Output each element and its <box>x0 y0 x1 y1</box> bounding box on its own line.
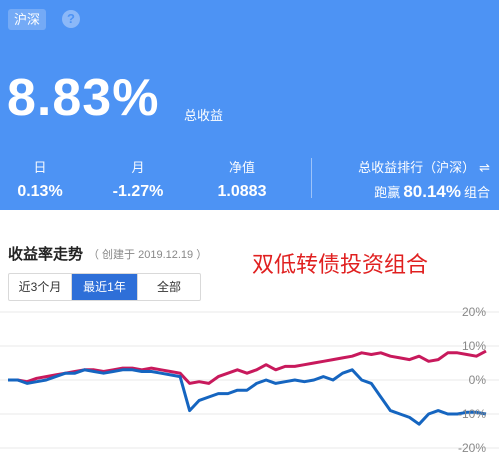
stat-nav-label: 净值 <box>228 160 255 175</box>
return-chart: 20% 10% 0% -10% -20% <box>0 305 499 455</box>
rank-prefix: 跑赢 <box>374 185 401 200</box>
stat-month: 月 -1.27% <box>102 160 174 202</box>
rank-block[interactable]: 总收益排行（沪深） ⇌ 跑赢 80.14% 组合 <box>330 160 490 202</box>
y-tick-label: -20% <box>458 441 486 455</box>
swap-icon[interactable]: ⇌ <box>479 160 490 175</box>
rank-suffix: 组合 <box>463 185 490 200</box>
tab-3-months[interactable]: 近3个月 <box>9 274 72 300</box>
rank-row: 跑赢 80.14% 组合 <box>330 182 490 202</box>
y-tick-label: 10% <box>462 339 486 353</box>
header-panel: 沪深 ? 8.83% 总收益 日 0.13% 月 -1.27% 净值 1.088… <box>0 0 499 210</box>
stat-nav: 净值 1.0883 <box>204 160 280 202</box>
stat-day: 日 0.13% <box>8 160 72 202</box>
stats-divider <box>311 158 312 198</box>
stat-month-value: -1.27% <box>112 183 164 200</box>
help-icon[interactable]: ? <box>62 10 80 28</box>
y-tick-label: -10% <box>458 407 486 421</box>
stat-day-value: 0.13% <box>17 183 63 200</box>
series-line-1 <box>8 368 487 426</box>
stat-month-label: 月 <box>131 160 145 175</box>
y-tick-label: 20% <box>462 305 486 319</box>
y-tick-label: 0% <box>469 373 487 387</box>
tab-1-year[interactable]: 最近1年 <box>72 274 138 300</box>
rank-title-text: 总收益排行（沪深） <box>358 160 476 175</box>
stat-nav-value: 1.0883 <box>217 183 267 200</box>
total-return-label: 总收益 <box>184 108 224 123</box>
rank-value: 80.14% <box>403 182 461 201</box>
section-title: 收益率走势 <box>8 246 84 263</box>
series-line-0 <box>8 349 487 385</box>
rank-title: 总收益排行（沪深） ⇌ <box>330 160 490 176</box>
section-created-note: （ 创建于 2019.12.19 ） <box>88 249 208 261</box>
total-return-value: 8.83% <box>7 69 160 127</box>
stat-day-label: 日 <box>33 160 47 175</box>
period-tabs: 近3个月 最近1年 全部 <box>8 273 201 301</box>
tab-all[interactable]: 全部 <box>138 274 200 300</box>
market-tag[interactable]: 沪深 <box>8 9 47 30</box>
overlay-title: 双低转债投资组合 <box>252 252 429 277</box>
